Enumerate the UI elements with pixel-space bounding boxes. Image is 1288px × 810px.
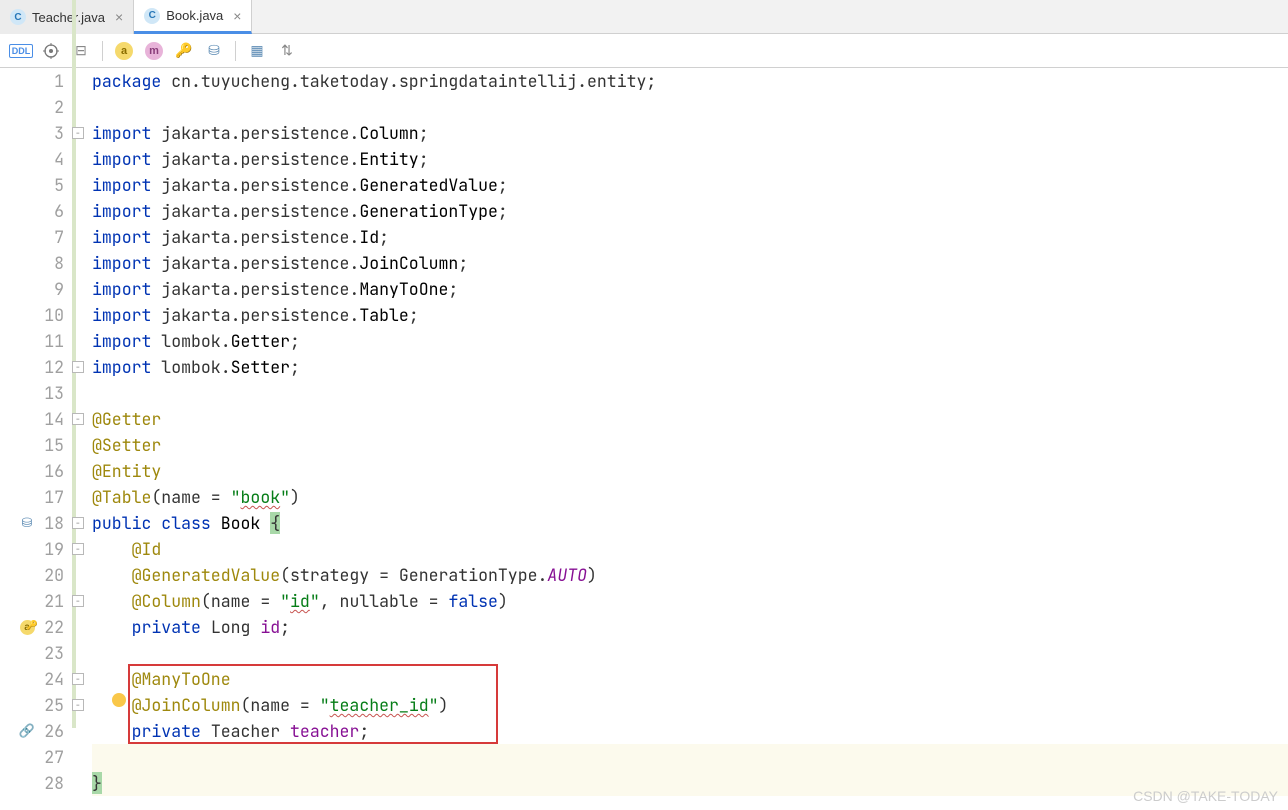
method-badge[interactable]: m <box>141 38 167 64</box>
id-key-icon[interactable]: a🔑 <box>18 618 36 636</box>
fold-collapse-icon[interactable]: − <box>72 361 84 373</box>
code-line[interactable]: @Setter <box>92 432 1288 458</box>
tab-teacher[interactable]: C Teacher.java × <box>0 0 134 34</box>
tab-label: Teacher.java <box>32 10 105 25</box>
code-line[interactable]: public class Book { <box>92 510 1288 536</box>
code-line[interactable]: import jakarta.persistence.Id; <box>92 224 1288 250</box>
line-number: 12 <box>0 354 64 380</box>
code-line[interactable]: import jakarta.persistence.ManyToOne; <box>92 276 1288 302</box>
code-line[interactable]: import jakarta.persistence.JoinColumn; <box>92 250 1288 276</box>
code-line[interactable]: @Getter <box>92 406 1288 432</box>
code-line[interactable]: package cn.tuyucheng.taketoday.springdat… <box>92 68 1288 94</box>
close-icon[interactable]: × <box>233 8 241 24</box>
editor-tabs: C Teacher.java × C Book.java × <box>0 0 1288 34</box>
code-editor[interactable]: 123456789101112131415161718⛁19202122a🔑23… <box>0 68 1288 810</box>
line-number: 25 <box>0 692 64 718</box>
code-area[interactable]: package cn.tuyucheng.taketoday.springdat… <box>88 68 1288 810</box>
close-icon[interactable]: × <box>115 9 123 25</box>
fold-column: − − − − − − − − <box>72 68 88 810</box>
line-number: 9 <box>0 276 64 302</box>
fold-expand-icon[interactable]: − <box>72 517 84 529</box>
fold-collapse-icon[interactable]: − <box>72 595 84 607</box>
key-button[interactable]: 🔑 <box>171 38 197 64</box>
intention-bulb-icon[interactable] <box>112 693 126 707</box>
code-line[interactable]: @Table(name = "book") <box>92 484 1288 510</box>
code-line[interactable]: import lombok.Getter; <box>92 328 1288 354</box>
line-number: 28 <box>0 770 64 796</box>
line-number: 22a🔑 <box>0 614 64 640</box>
line-number: 18⛁ <box>0 510 64 536</box>
highlight-box <box>128 664 498 744</box>
code-line[interactable]: import lombok.Setter; <box>92 354 1288 380</box>
ddl-button[interactable]: DDL <box>8 38 34 64</box>
line-number: 23 <box>0 640 64 666</box>
java-class-icon: C <box>144 8 160 24</box>
relation-icon[interactable]: 🔗 <box>18 722 36 740</box>
editor-toolbar: DDL ⊟ a m 🔑 ⛁ ▦ ⇅ <box>0 34 1288 68</box>
code-line[interactable]: private Long id; <box>92 614 1288 640</box>
line-number: 27 <box>0 744 64 770</box>
fold-expand-icon[interactable]: − <box>72 673 84 685</box>
line-number: 10 <box>0 302 64 328</box>
line-number: 7 <box>0 224 64 250</box>
java-class-icon: C <box>10 9 26 25</box>
line-number: 20 <box>0 562 64 588</box>
separator <box>235 41 236 61</box>
code-line[interactable] <box>92 94 1288 120</box>
code-line[interactable] <box>92 380 1288 406</box>
target-button[interactable] <box>38 38 64 64</box>
line-number: 21 <box>0 588 64 614</box>
line-number: 5 <box>0 172 64 198</box>
attribute-badge[interactable]: a <box>111 38 137 64</box>
code-line[interactable]: @Id <box>92 536 1288 562</box>
line-number: 24 <box>0 666 64 692</box>
code-line[interactable]: @Entity <box>92 458 1288 484</box>
watermark: CSDN @TAKE-TODAY <box>1133 788 1278 804</box>
line-number: 2 <box>0 94 64 120</box>
fold-expand-icon[interactable]: − <box>72 413 84 425</box>
db-table-icon[interactable]: ⛁ <box>18 514 36 532</box>
line-number: 26🔗 <box>0 718 64 744</box>
arrows-button[interactable]: ⇅ <box>274 38 300 64</box>
fold-expand-icon[interactable]: − <box>72 127 84 139</box>
db-grid-button[interactable]: ▦ <box>244 38 270 64</box>
code-line[interactable]: } <box>92 770 1288 796</box>
line-number: 8 <box>0 250 64 276</box>
line-number: 4 <box>0 146 64 172</box>
code-line[interactable]: import jakarta.persistence.GenerationTyp… <box>92 198 1288 224</box>
line-number: 1 <box>0 68 64 94</box>
code-line[interactable]: import jakarta.persistence.GeneratedValu… <box>92 172 1288 198</box>
line-number: 15 <box>0 432 64 458</box>
code-line[interactable]: @Column(name = "id", nullable = false) <box>92 588 1288 614</box>
code-line[interactable]: import jakarta.persistence.Entity; <box>92 146 1288 172</box>
code-line[interactable]: import jakarta.persistence.Column; <box>92 120 1288 146</box>
line-number: 11 <box>0 328 64 354</box>
line-number: 19 <box>0 536 64 562</box>
fold-expand-icon[interactable]: − <box>72 543 84 555</box>
gutter: 123456789101112131415161718⛁19202122a🔑23… <box>0 68 72 810</box>
line-number: 6 <box>0 198 64 224</box>
line-number: 14 <box>0 406 64 432</box>
code-line[interactable] <box>92 744 1288 770</box>
fold-collapse-icon[interactable]: − <box>72 699 84 711</box>
line-number: 3 <box>0 120 64 146</box>
code-line[interactable] <box>92 640 1288 666</box>
line-number: 13 <box>0 380 64 406</box>
tab-label: Book.java <box>166 8 223 23</box>
code-line[interactable]: @GeneratedValue(strategy = GenerationTyp… <box>92 562 1288 588</box>
tab-book[interactable]: C Book.java × <box>134 0 252 34</box>
db-search-button[interactable]: ⛁ <box>201 38 227 64</box>
line-number: 16 <box>0 458 64 484</box>
separator <box>102 41 103 61</box>
code-line[interactable]: import jakarta.persistence.Table; <box>92 302 1288 328</box>
line-number: 17 <box>0 484 64 510</box>
